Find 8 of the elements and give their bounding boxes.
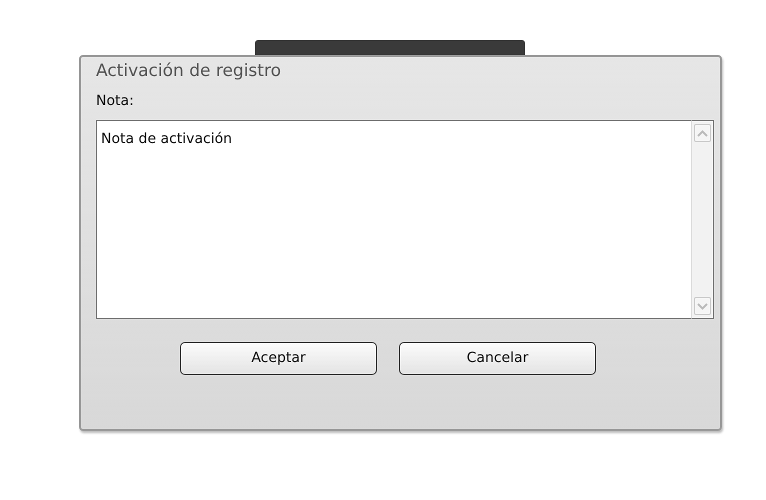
note-label: Nota: bbox=[96, 92, 135, 110]
scrollbar[interactable] bbox=[691, 120, 714, 319]
dialog-title: Activación de registro bbox=[96, 60, 282, 83]
note-field[interactable]: Nota de activación bbox=[96, 120, 691, 319]
dialog-button[interactable]: Cancelar bbox=[399, 342, 596, 375]
scroll-up-icon[interactable] bbox=[694, 124, 711, 142]
dialog-button[interactable]: Aceptar bbox=[180, 342, 377, 375]
scroll-down-icon[interactable] bbox=[694, 297, 711, 315]
